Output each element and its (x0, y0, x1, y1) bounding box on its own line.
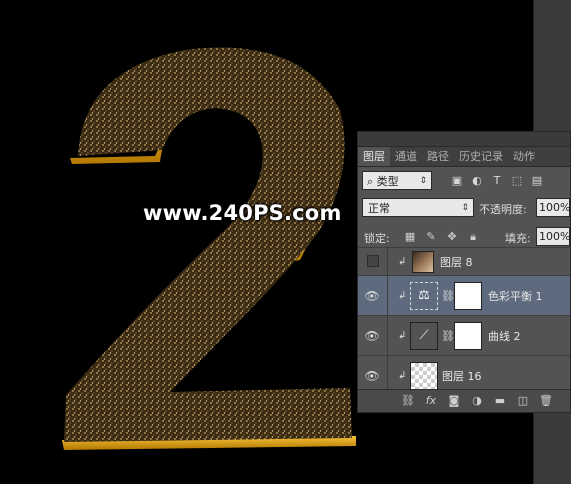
fill-label: 填充: (505, 232, 531, 245)
layer-row[interactable]: ↲ 图层 8 (358, 247, 570, 275)
eye-icon[interactable]: 👁︎ (362, 289, 382, 303)
column-divider (387, 276, 388, 315)
clipping-arrow-icon: ↲ (398, 290, 407, 301)
column-divider (387, 248, 388, 275)
chevron-updown-icon: ⇕ (461, 203, 469, 213)
clipping-arrow-icon: ↲ (398, 370, 407, 381)
fill-field[interactable]: 100% (536, 227, 570, 246)
column-divider (387, 316, 388, 355)
tab-actions[interactable]: 动作 (508, 147, 540, 166)
link-icon[interactable]: ⛓ (441, 329, 455, 342)
clipping-arrow-icon: ↲ (398, 256, 407, 267)
search-icon: ⌕ (367, 175, 377, 188)
opacity-field[interactable]: 100% (536, 198, 570, 217)
new-layer-icon[interactable]: ◫ (516, 394, 530, 408)
link-icon[interactable]: ⛓ (441, 289, 455, 302)
tab-history[interactable]: 历史记录 (454, 147, 508, 166)
layer-name: 曲线 2 (488, 329, 521, 343)
filter-icons: ▣ ◐ T ⬚ ▤ (450, 174, 544, 188)
clipping-arrow-icon: ↲ (398, 330, 407, 341)
layer-mask-thumbnail[interactable] (454, 281, 482, 310)
layer-thumbnail (410, 361, 438, 390)
trash-icon[interactable]: 🗑︎ (539, 394, 553, 408)
link-layers-icon[interactable]: ⛓ (401, 394, 415, 408)
layer-list: ↲ 图层 8 👁︎ ↲ ⚖ ⛓ 色彩平衡 1 👁︎ ↲ ⟋ ⛓ 曲线 2 👁︎ … (358, 247, 570, 395)
panel-header-strip (358, 132, 570, 147)
blend-row: 正常 ⇕ 不透明度: 100% (358, 195, 570, 223)
watermark-text: www.240PS.com (143, 201, 342, 225)
lock-pixels-icon[interactable]: ✎ (424, 230, 438, 244)
lock-transparency-icon[interactable]: ▦ (403, 230, 417, 244)
layer-row-selected[interactable]: 👁︎ ↲ ⚖ ⛓ 色彩平衡 1 (358, 275, 570, 315)
panel-tabs: 图层 通道 路径 历史记录 动作 (358, 147, 570, 167)
color-balance-icon: ⚖ (410, 281, 438, 310)
text-filter-icon[interactable]: T (490, 174, 504, 188)
smart-object-filter-icon[interactable]: ▤ (530, 174, 544, 188)
blend-mode-value: 正常 (368, 202, 390, 215)
layer-row[interactable]: 👁︎ ↲ ⟋ ⛓ 曲线 2 (358, 315, 570, 355)
new-adjustment-icon[interactable]: ◑ (470, 394, 484, 408)
filter-row: ⌕ 类型 ⇕ ▣ ◐ T ⬚ ▤ (358, 167, 570, 195)
lock-label: 锁定: (364, 232, 390, 245)
filter-kind-select[interactable]: ⌕ 类型 ⇕ (362, 171, 432, 190)
chevron-updown-icon: ⇕ (419, 176, 427, 186)
eye-icon[interactable]: 👁︎ (362, 369, 382, 383)
lock-position-icon[interactable]: ✥ (445, 230, 459, 244)
layer-name: 图层 8 (440, 255, 473, 269)
eye-icon[interactable]: 👁︎ (362, 329, 382, 343)
layer-mask-thumbnail[interactable] (454, 321, 482, 350)
visibility-toggle-off[interactable] (367, 255, 379, 267)
image-filter-icon[interactable]: ▣ (450, 174, 464, 188)
layers-panel: 图层 通道 路径 历史记录 动作 ⌕ 类型 ⇕ ▣ ◐ T ⬚ ▤ 正常 ⇕ 不… (357, 131, 571, 413)
curves-icon: ⟋ (410, 321, 438, 350)
layer-thumbnail (412, 250, 434, 273)
filter-kind-value: 类型 (376, 175, 399, 188)
tab-channels[interactable]: 通道 (390, 147, 422, 166)
panel-bottom-toolbar: ⛓ fx ◙ ◑ ▬ ◫ 🗑︎ (358, 389, 570, 412)
bottom-icons: ⛓ fx ◙ ◑ ▬ ◫ 🗑︎ (401, 394, 553, 408)
opacity-label: 不透明度: (479, 203, 527, 216)
adjustment-filter-icon[interactable]: ◐ (470, 174, 484, 188)
blend-mode-select[interactable]: 正常 ⇕ (362, 198, 474, 217)
layer-name: 色彩平衡 1 (488, 289, 543, 303)
lock-icons: ▦ ✎ ✥ 🔒︎ (403, 230, 480, 244)
tab-paths[interactable]: 路径 (422, 147, 454, 166)
layer-name: 图层 16 (442, 369, 482, 383)
lock-all-icon[interactable]: 🔒︎ (466, 230, 480, 244)
tab-layers[interactable]: 图层 (358, 147, 390, 166)
shape-filter-icon[interactable]: ⬚ (510, 174, 524, 188)
add-mask-icon[interactable]: ◙ (447, 394, 461, 408)
new-group-icon[interactable]: ▬ (493, 394, 507, 408)
fx-icon[interactable]: fx (424, 394, 438, 408)
